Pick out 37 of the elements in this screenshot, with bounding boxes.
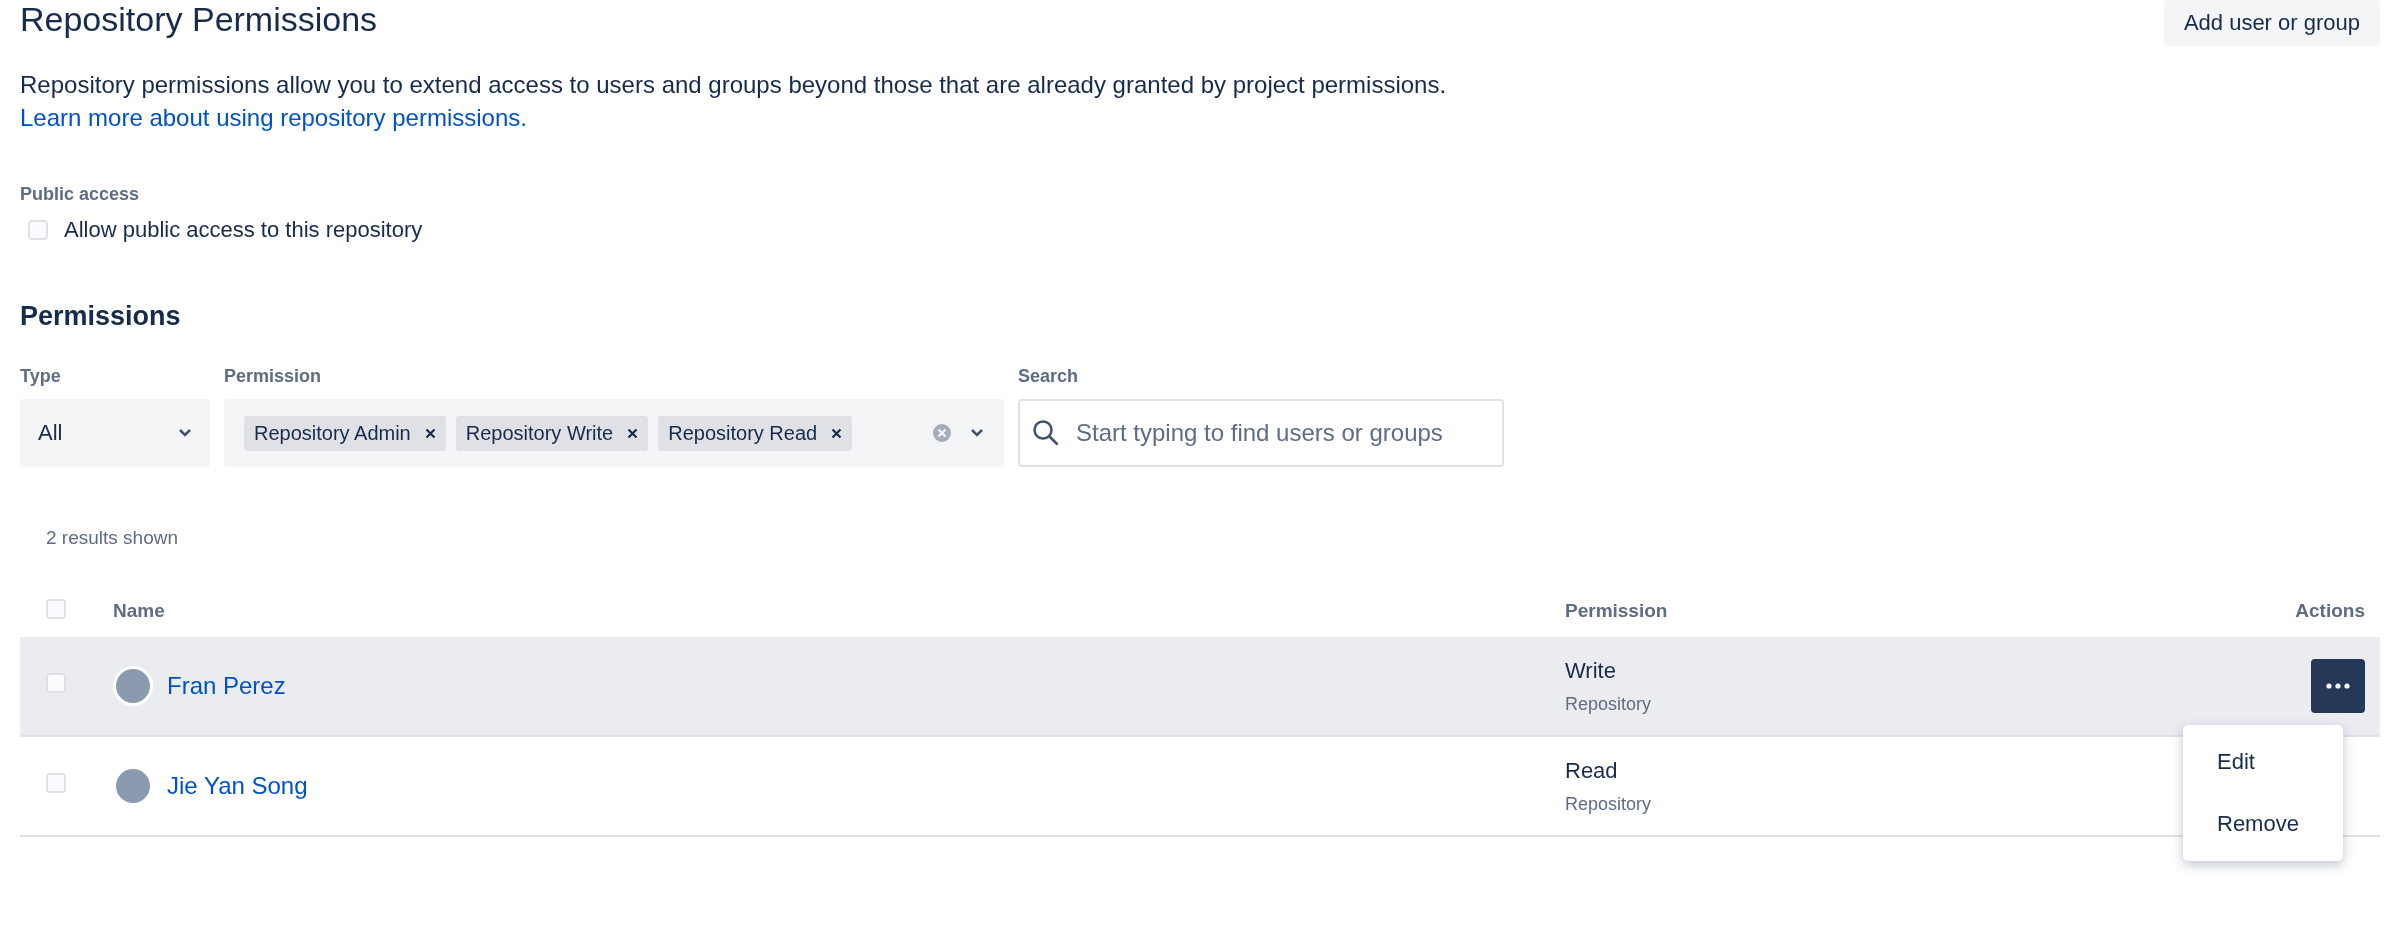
table-row[interactable]: Fran Perez Write Repository — [20, 637, 2380, 737]
permission-scope: Repository — [1565, 793, 1653, 815]
search-field[interactable]: Start typing to find users or groups — [1018, 399, 1504, 467]
chevron-down-icon[interactable] — [970, 428, 984, 438]
type-label: Type — [20, 366, 62, 387]
column-header: Name — [113, 600, 165, 622]
learn-more-link[interactable]: Learn more about using repository permissions. — [20, 104, 527, 131]
select-all-checkbox[interactable] — [46, 598, 66, 619]
remove-icon[interactable] — [627, 427, 639, 439]
more-icon — [2326, 683, 2350, 689]
permission-value: Write — [1565, 657, 1617, 684]
more-actions-button[interactable] — [2311, 659, 2365, 713]
remove-icon[interactable] — [831, 427, 843, 439]
section-title: Permissions — [20, 301, 182, 332]
checkbox-label: Allow public access to this repository — [64, 217, 423, 243]
row-checkbox[interactable] — [46, 773, 66, 793]
description-text: Repository permissions allow you to extend access to users and groups beyond those that are already granted by project permissions. — [20, 70, 1448, 100]
add-user-or-group-button[interactable]: Add user or group — [2163, 0, 2380, 46]
column-header: Actions — [2295, 600, 2365, 622]
public-access-label: Public access — [20, 184, 141, 205]
permission-select[interactable]: Repository Admin Repository Write Repository Read — [224, 399, 1004, 467]
user-name-link[interactable]: Jie Yan Song — [167, 772, 308, 800]
column-header: Permission — [1565, 600, 1669, 622]
type-select[interactable]: All — [20, 399, 210, 467]
search-label: Search — [1018, 366, 1080, 387]
user-name-link[interactable]: Fran Perez — [167, 672, 286, 700]
permission-label: Permission — [224, 366, 323, 387]
avatar — [113, 666, 153, 706]
permission-scope: Repository — [1565, 693, 1653, 715]
results-count: 2 results shown — [46, 527, 179, 549]
checkbox[interactable] — [28, 220, 48, 240]
permission-value: Read — [1565, 757, 1619, 784]
row-checkbox[interactable] — [46, 673, 66, 693]
chevron-down-icon[interactable] — [178, 428, 192, 438]
remove-icon[interactable] — [424, 427, 436, 439]
page-title: Repository Permissions — [20, 0, 378, 39]
search-icon — [1032, 419, 1060, 447]
